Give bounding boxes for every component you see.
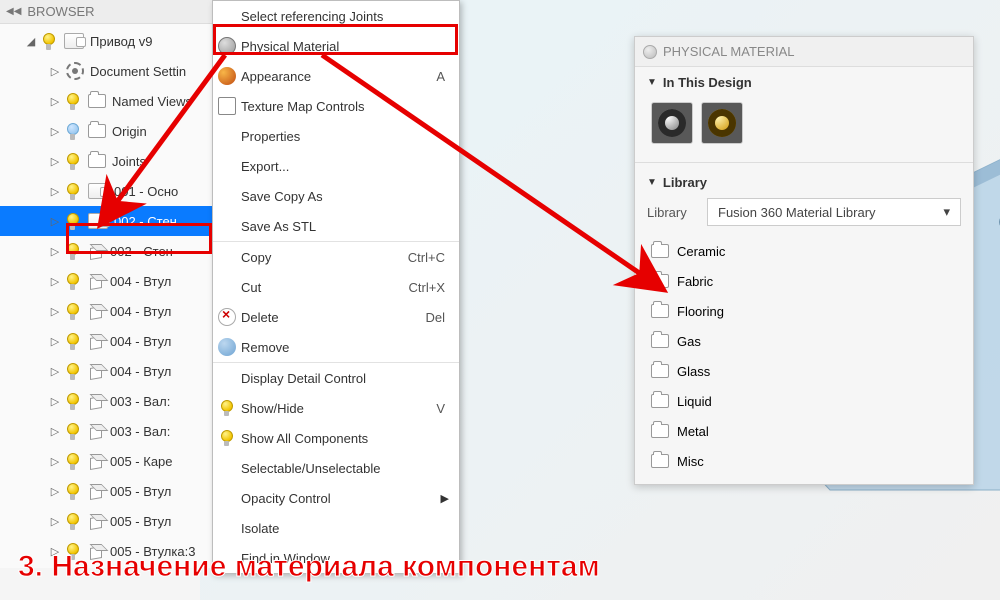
globe-icon [218, 37, 236, 55]
library-folder[interactable]: Liquid [649, 386, 961, 416]
menu-item[interactable]: Properties [213, 121, 459, 151]
menu-item[interactable]: Display Detail Control [213, 363, 459, 393]
menu-item[interactable]: Export... [213, 151, 459, 181]
collapse-icon[interactable]: ◀◀ [6, 6, 21, 17]
menu-item[interactable]: Physical Material [213, 31, 459, 61]
swatch-gold[interactable] [701, 102, 743, 144]
material-icon [643, 45, 657, 59]
library-folder[interactable]: Fabric [649, 266, 961, 296]
menu-item[interactable]: Show/HideV [213, 393, 459, 423]
swatches [647, 98, 961, 150]
folder-icon [651, 304, 669, 318]
menu-item[interactable]: Isolate [213, 513, 459, 543]
caption-text: 3. Назначение материала компонентам [18, 550, 600, 584]
menu-item[interactable]: Select referencing Joints [213, 1, 459, 31]
folder-icon [651, 454, 669, 468]
bulb-icon [218, 429, 236, 447]
sphere-icon [218, 67, 236, 85]
material-panel-title[interactable]: PHYSICAL MATERIAL [635, 37, 973, 67]
menu-item[interactable]: Selectable/Unselectable [213, 453, 459, 483]
menu-item[interactable]: Opacity Control▶ [213, 483, 459, 513]
remove-icon [218, 338, 236, 356]
bulb-icon [218, 399, 236, 417]
library-folder[interactable]: Glass [649, 356, 961, 386]
folder-icon [651, 394, 669, 408]
library-folder[interactable]: Flooring [649, 296, 961, 326]
library-select[interactable]: Fusion 360 Material Library ▾ [707, 198, 961, 226]
section-in-design[interactable]: ▼In This Design [647, 75, 961, 90]
library-label: Library [647, 205, 697, 220]
library-folder[interactable]: Metal [649, 416, 961, 446]
folder-icon [651, 364, 669, 378]
library-folder[interactable]: Gas [649, 326, 961, 356]
menu-item[interactable]: AppearanceA [213, 61, 459, 91]
browser-title: BROWSER [27, 4, 94, 19]
folder-icon [651, 334, 669, 348]
menu-item[interactable]: DeleteDel [213, 302, 459, 332]
menu-item[interactable]: Save As STL [213, 211, 459, 241]
cube-icon [218, 97, 236, 115]
folder-icon [651, 274, 669, 288]
menu-item[interactable]: Remove [213, 332, 459, 362]
library-folders[interactable]: CeramicFabricFlooringGasGlassLiquidMetal… [647, 236, 961, 476]
library-folder[interactable]: Ceramic [649, 236, 961, 266]
library-folder[interactable]: Misc [649, 446, 961, 476]
section-library[interactable]: ▼Library [647, 175, 961, 190]
delete-icon [218, 308, 236, 326]
menu-item[interactable]: Show All Components [213, 423, 459, 453]
menu-item[interactable]: Texture Map Controls [213, 91, 459, 121]
menu-item[interactable]: CopyCtrl+C [213, 242, 459, 272]
menu-item[interactable]: CutCtrl+X [213, 272, 459, 302]
folder-icon [651, 424, 669, 438]
context-menu[interactable]: Select referencing JointsPhysical Materi… [212, 0, 460, 574]
chevron-down-icon: ▾ [943, 204, 950, 220]
material-panel[interactable]: PHYSICAL MATERIAL ▼In This Design ▼Libra… [634, 36, 974, 485]
folder-icon [651, 244, 669, 258]
swatch-silver[interactable] [651, 102, 693, 144]
menu-item[interactable]: Save Copy As [213, 181, 459, 211]
